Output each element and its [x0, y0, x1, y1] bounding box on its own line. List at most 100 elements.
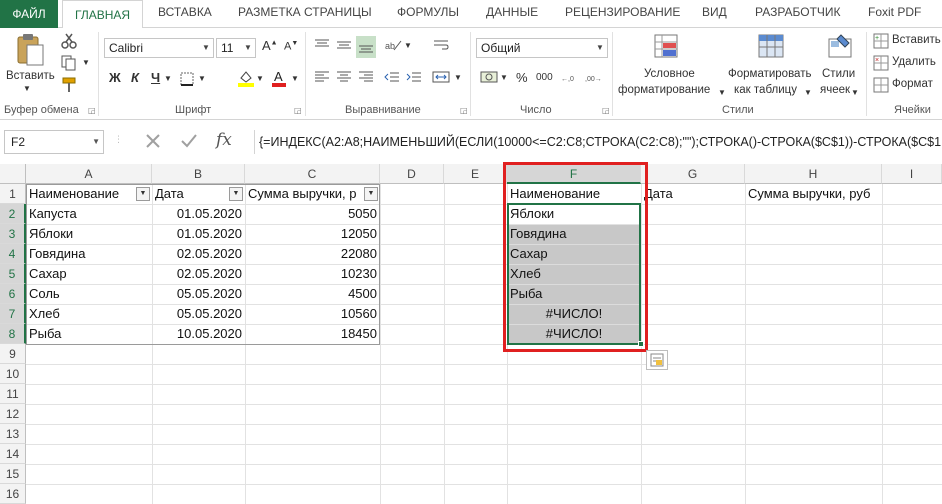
header-cell-c1[interactable]: Сумма выручки, р: [245, 184, 363, 204]
column-header-g[interactable]: G: [641, 164, 745, 184]
font-name-select[interactable]: Calibri ▼: [104, 38, 214, 58]
conditional-formatting-icon[interactable]: [652, 32, 680, 60]
wrap-text-icon[interactable]: [430, 36, 452, 54]
format-as-table-label-1[interactable]: Форматировать: [728, 68, 811, 80]
insert-cells-icon[interactable]: +: [872, 32, 890, 50]
paste-button[interactable]: Вставить: [6, 70, 55, 82]
tab-foxit-pdf[interactable]: Foxit PDF: [868, 5, 921, 23]
fill-color-icon[interactable]: [236, 68, 256, 88]
tab-page-layout[interactable]: РАЗМЕТКА СТРАНИЦЫ: [238, 5, 372, 23]
select-all-corner[interactable]: [0, 164, 26, 184]
increase-font-icon[interactable]: A▲: [262, 38, 278, 53]
header-cell-b1[interactable]: Дата: [152, 184, 228, 204]
table-cell-name[interactable]: Говядина: [26, 244, 152, 264]
table-cell-sum[interactable]: 18450: [245, 324, 380, 344]
row-header-12[interactable]: 12: [0, 404, 26, 424]
cell-styles-icon[interactable]: [826, 32, 854, 60]
quick-analysis-icon[interactable]: [646, 350, 668, 370]
tab-file[interactable]: ФАЙЛ: [0, 0, 58, 28]
table-cell-name[interactable]: Яблоки: [26, 224, 152, 244]
drag-handle-icon[interactable]: ⋮: [114, 134, 123, 145]
header-cell-a1[interactable]: Наименование: [26, 184, 136, 204]
decrease-indent-icon[interactable]: [382, 68, 402, 86]
table-cell-sum[interactable]: 22080: [245, 244, 380, 264]
worksheet-grid[interactable]: A B C D E F G H I 1 2 3 4 5 6 7 8 9 10 1…: [0, 162, 942, 504]
column-header-h[interactable]: H: [745, 164, 882, 184]
chevron-down-icon[interactable]: ▼: [500, 73, 508, 82]
row-header-16[interactable]: 16: [0, 484, 26, 504]
align-bottom-icon[interactable]: [356, 36, 376, 58]
borders-icon[interactable]: [178, 70, 196, 88]
format-cells-button[interactable]: Формат: [892, 78, 933, 90]
align-left-icon[interactable]: [312, 68, 332, 86]
table-cell-sum[interactable]: 4500: [245, 284, 380, 304]
format-as-table-label-2[interactable]: как таблицу: [734, 84, 797, 96]
font-color-icon[interactable]: A: [270, 68, 288, 88]
cancel-icon[interactable]: [142, 130, 166, 154]
chevron-down-icon[interactable]: ▼: [198, 74, 206, 83]
dialog-launcher-icon[interactable]: ◲: [602, 106, 610, 115]
format-as-table-icon[interactable]: [756, 32, 786, 60]
row-header-1[interactable]: 1: [0, 184, 26, 204]
header-cell-h1[interactable]: Сумма выручки, руб: [745, 184, 882, 204]
increase-decimal-icon[interactable]: ←,0: [560, 68, 580, 86]
font-size-select[interactable]: 11 ▼: [216, 38, 256, 58]
column-header-a[interactable]: A: [26, 164, 152, 184]
column-header-b[interactable]: B: [152, 164, 245, 184]
table-cell-sum[interactable]: 5050: [245, 204, 380, 224]
insert-function-icon[interactable]: fx: [216, 130, 232, 150]
row-header-6[interactable]: 6: [0, 284, 26, 304]
column-header-e[interactable]: E: [444, 164, 507, 184]
row-header-2[interactable]: 2: [0, 204, 26, 224]
filter-dropdown-icon[interactable]: ▼: [136, 187, 150, 201]
row-header-15[interactable]: 15: [0, 464, 26, 484]
dialog-launcher-icon[interactable]: ◲: [294, 106, 302, 115]
table-cell-date[interactable]: 01.05.2020: [152, 224, 245, 244]
paste-icon[interactable]: [12, 32, 48, 68]
chevron-down-icon[interactable]: ▼: [454, 73, 462, 82]
table-cell-sum[interactable]: 10560: [245, 304, 380, 324]
chevron-down-icon[interactable]: ▼: [851, 88, 859, 97]
chevron-down-icon[interactable]: ▼: [404, 41, 412, 50]
formula-input[interactable]: {=ИНДЕКС(A2:A8;НАИМЕНЬШИЙ(ЕСЛИ(10000<=C2…: [254, 130, 942, 154]
chevron-down-icon[interactable]: ▼: [718, 88, 726, 97]
delete-cells-button[interactable]: Удалить: [892, 56, 936, 68]
row-header-7[interactable]: 7: [0, 304, 26, 324]
table-cell-date[interactable]: 02.05.2020: [152, 244, 245, 264]
tab-developer[interactable]: РАЗРАБОТЧИК: [755, 5, 841, 23]
conditional-formatting-label-2[interactable]: форматирование: [618, 84, 710, 96]
bold-button[interactable]: Ж: [109, 70, 121, 85]
column-header-c[interactable]: C: [245, 164, 380, 184]
tab-home[interactable]: ГЛАВНАЯ: [62, 0, 144, 29]
filter-dropdown-icon[interactable]: ▼: [364, 187, 378, 201]
decrease-font-icon[interactable]: A▼: [284, 40, 298, 53]
format-painter-icon[interactable]: [60, 76, 78, 94]
tab-formulas[interactable]: ФОРМУЛЫ: [397, 5, 459, 23]
row-header-3[interactable]: 3: [0, 224, 26, 244]
row-header-4[interactable]: 4: [0, 244, 26, 264]
underline-button[interactable]: Ч: [151, 70, 160, 85]
chevron-down-icon[interactable]: ▼: [256, 74, 264, 83]
table-cell-name[interactable]: Хлеб: [26, 304, 152, 324]
table-cell-date[interactable]: 05.05.2020: [152, 304, 245, 324]
column-header-d[interactable]: D: [380, 164, 444, 184]
number-format-select[interactable]: Общий ▼: [476, 38, 608, 58]
filter-dropdown-icon[interactable]: ▼: [229, 187, 243, 201]
table-cell-name[interactable]: Сахар: [26, 264, 152, 284]
chevron-down-icon[interactable]: ▼: [82, 58, 90, 67]
row-header-9[interactable]: 9: [0, 344, 26, 364]
name-box[interactable]: F2 ▼: [4, 130, 104, 154]
cut-icon[interactable]: [60, 32, 78, 50]
format-cells-icon[interactable]: [872, 76, 890, 94]
table-cell-sum[interactable]: 12050: [245, 224, 380, 244]
align-center-icon[interactable]: [334, 68, 354, 86]
align-middle-icon[interactable]: [334, 36, 354, 54]
row-header-8[interactable]: 8: [0, 324, 26, 344]
chevron-down-icon[interactable]: ▼: [804, 88, 812, 97]
table-cell-name[interactable]: Рыба: [26, 324, 152, 344]
table-cell-date[interactable]: 05.05.2020: [152, 284, 245, 304]
delete-cells-icon[interactable]: ×: [872, 54, 890, 72]
align-top-icon[interactable]: [312, 36, 332, 54]
table-cell-date[interactable]: 01.05.2020: [152, 204, 245, 224]
row-header-13[interactable]: 13: [0, 424, 26, 444]
